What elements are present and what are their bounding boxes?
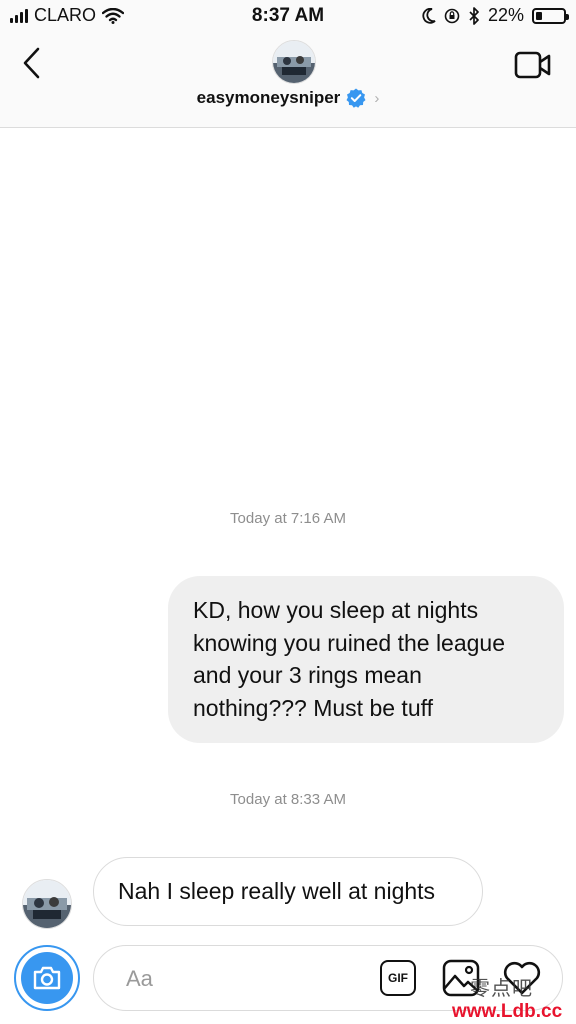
header-avatar[interactable] xyxy=(272,40,316,84)
battery-percent: 22% xyxy=(487,5,524,25)
camera-icon xyxy=(21,952,73,1004)
battery-icon xyxy=(532,7,569,24)
incoming-message-text: Nah I sleep really well at nights xyxy=(118,878,436,904)
orientation-lock-icon xyxy=(444,8,460,23)
moon-icon xyxy=(422,7,436,24)
message-timestamp: Today at 8:33 AM xyxy=(230,791,346,808)
chevron-right-icon: › xyxy=(374,89,380,107)
message-input[interactable] xyxy=(124,960,348,998)
camera-button[interactable] xyxy=(14,945,80,1011)
status-right: 22% xyxy=(422,5,569,26)
gif-button[interactable]: GIF xyxy=(380,960,416,996)
status-bar: CLARO 8:37 AM 22% xyxy=(0,0,576,34)
outgoing-message-bubble[interactable]: KD, how you sleep at nights knowing you … xyxy=(168,576,564,743)
bluetooth-icon xyxy=(469,6,479,25)
back-icon[interactable] xyxy=(18,46,48,80)
username: easymoneysniper xyxy=(196,88,341,107)
video-call-icon[interactable] xyxy=(514,50,552,80)
incoming-message-bubble[interactable]: Nah I sleep really well at nights xyxy=(93,857,483,926)
message-timestamp: Today at 7:16 AM xyxy=(230,510,346,527)
verified-badge-icon xyxy=(346,88,366,108)
sender-avatar[interactable] xyxy=(22,879,72,929)
watermark-chinese: 零点吧 xyxy=(470,976,533,1000)
watermark-url: www.Ldb.cc xyxy=(452,1001,563,1022)
profile-link[interactable]: easymoneysniper › xyxy=(0,88,576,108)
chat-header: easymoneysniper › xyxy=(0,34,576,128)
gif-label: GIF xyxy=(388,971,408,985)
